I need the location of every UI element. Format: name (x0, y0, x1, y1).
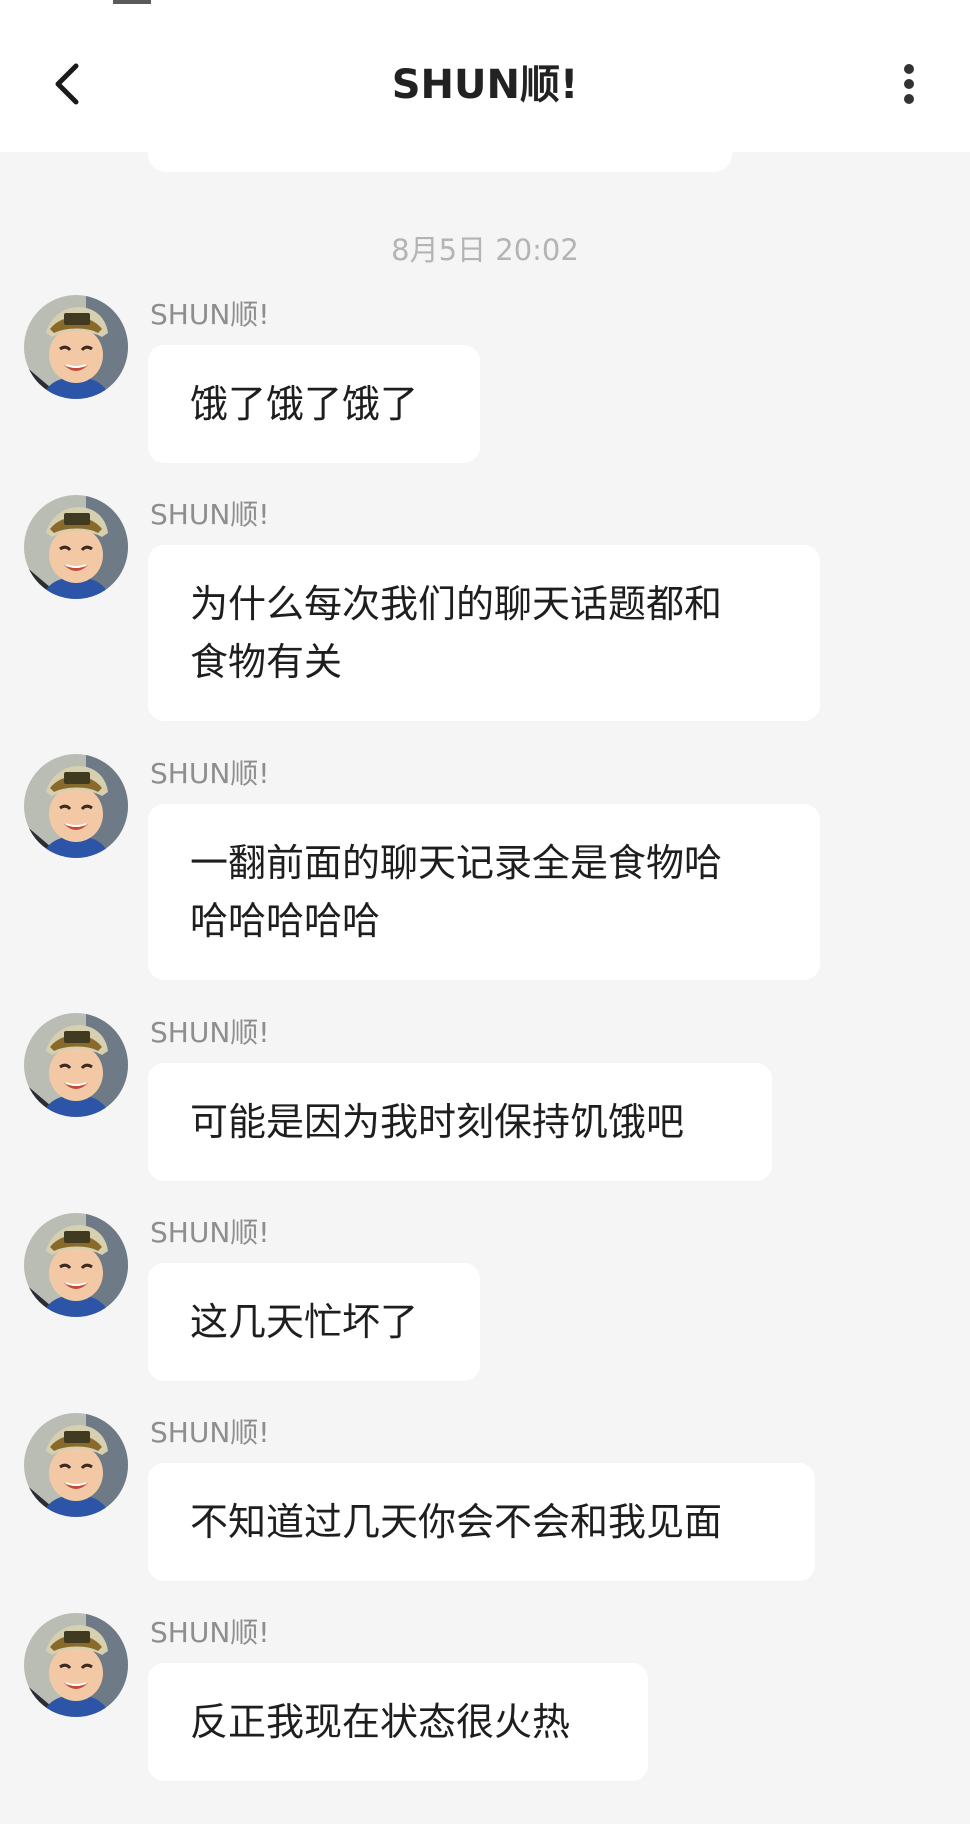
sender-name: SHUN顺! (150, 1616, 270, 1649)
message-text-line: 饿了饿了饿了 (190, 382, 419, 426)
chat-title: SHUN顺! (391, 62, 579, 108)
more-vertical-icon (904, 64, 914, 74)
message-bubble[interactable]: 不知道过几天你会不会和我见面 (148, 1463, 815, 1581)
top-bar: SHUN顺! (0, 0, 970, 152)
avatar[interactable] (24, 295, 128, 399)
message-bubble[interactable]: 可能是因为我时刻保持饥饿吧 (148, 1063, 772, 1181)
message-text-line: 为什么每次我们的聊天话题都和 (190, 582, 723, 626)
message-text-line: 一翻前面的聊天记录全是食物哈 (190, 841, 723, 885)
avatar[interactable] (24, 754, 128, 858)
sender-name: SHUN顺! (150, 298, 270, 331)
message-bubble[interactable]: 饿了饿了饿了 (148, 345, 480, 463)
message-text-line: 可能是因为我时刻保持饥饿吧 (190, 1100, 685, 1144)
sender-name: SHUN顺! (150, 757, 270, 790)
avatar[interactable] (24, 1013, 128, 1117)
message-timestamp: 8月5日 20:02 (391, 233, 579, 267)
avatar[interactable] (24, 495, 128, 599)
message-text-line: 反正我现在状态很火热 (190, 1700, 571, 1744)
sender-name: SHUN顺! (150, 1216, 270, 1249)
avatar[interactable] (24, 1413, 128, 1517)
message-text-line: 食物有关 (190, 640, 343, 684)
sender-name: SHUN顺! (150, 498, 270, 531)
message-bubble[interactable]: 这几天忙坏了 (148, 1263, 480, 1381)
message-bubble[interactable]: 为什么每次我们的聊天话题都和 食物有关 (148, 545, 820, 721)
status-indicator (113, 0, 151, 4)
more-options-button[interactable] (890, 58, 930, 110)
message-bubble[interactable]: 反正我现在状态很火热 (148, 1663, 648, 1781)
avatar[interactable] (24, 1613, 128, 1717)
message-bubble[interactable]: 一翻前面的聊天记录全是食物哈 哈哈哈哈哈 (148, 804, 820, 980)
message-text-line: 哈哈哈哈哈 (190, 899, 381, 943)
avatar[interactable] (24, 1213, 128, 1317)
message-text-line: 不知道过几天你会不会和我见面 (190, 1500, 723, 1544)
message-text-line: 这几天忙坏了 (190, 1300, 419, 1344)
sender-name: SHUN顺! (150, 1016, 270, 1049)
sender-name: SHUN顺! (150, 1416, 270, 1449)
